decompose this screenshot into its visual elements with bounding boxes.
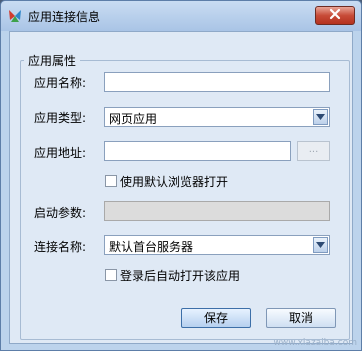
- cancel-button[interactable]: 取消: [266, 308, 336, 328]
- dialog-body: 应用属性 应用名称: 应用类型: 网页应用 应用地址: ... 使用默认浏览器打…: [9, 31, 353, 344]
- app-address-input[interactable]: [104, 141, 291, 161]
- app-logo-icon: [7, 8, 23, 24]
- start-params-label: 启动参数:: [34, 206, 87, 220]
- start-params-input: [104, 201, 330, 221]
- connection-name-select[interactable]: 默认首台服务器: [104, 235, 330, 255]
- app-type-select[interactable]: 网页应用: [104, 107, 330, 127]
- app-type-label: 应用类型:: [34, 111, 87, 125]
- chevron-down-icon[interactable]: [313, 109, 328, 125]
- app-name-label: 应用名称:: [34, 76, 87, 90]
- title-bar[interactable]: 应用连接信息: [1, 1, 361, 31]
- dialog-window: 应用连接信息 应用属性 应用名称: 应用类型: 网页应用 应用地址: ... 使…: [0, 0, 362, 351]
- app-properties-group: [20, 60, 350, 340]
- save-button[interactable]: 保存: [181, 308, 251, 328]
- connection-name-label: 连接名称:: [34, 240, 87, 254]
- app-address-label: 应用地址:: [34, 146, 87, 160]
- browse-button[interactable]: ...: [297, 141, 330, 161]
- auto-open-checkbox[interactable]: [105, 269, 117, 281]
- use-default-browser-checkbox[interactable]: [105, 175, 117, 187]
- app-type-value: 网页应用: [109, 112, 158, 126]
- app-name-input[interactable]: [104, 72, 330, 92]
- close-button[interactable]: [315, 6, 355, 25]
- close-icon: [329, 8, 341, 23]
- connection-name-value: 默认首台服务器: [109, 240, 194, 254]
- window-title: 应用连接信息: [28, 10, 101, 24]
- auto-open-label: 登录后自动打开该应用: [120, 269, 241, 283]
- chevron-down-icon[interactable]: [313, 237, 328, 253]
- group-title: 应用属性: [24, 52, 81, 69]
- watermark: www.xiazaiba.com: [273, 338, 357, 348]
- use-default-browser-label: 使用默认浏览器打开: [120, 175, 229, 189]
